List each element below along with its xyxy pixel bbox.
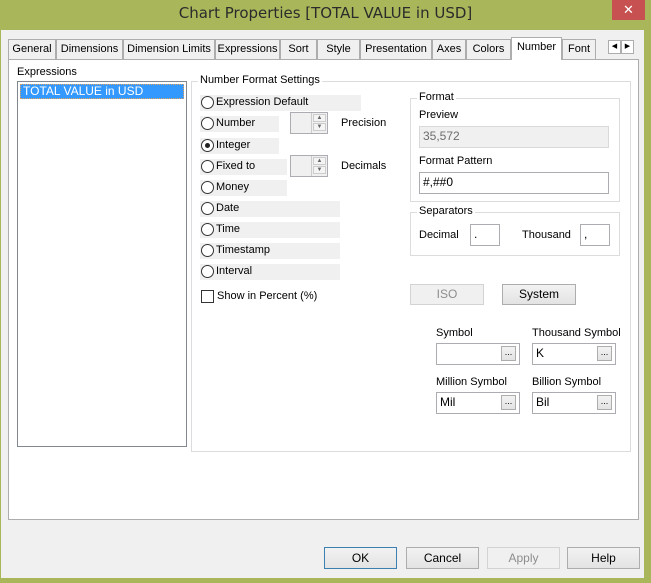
format-group: Format Preview 35,572 Format Pattern #,#… — [410, 91, 620, 202]
thousand-separator-input[interactable]: , — [580, 224, 610, 246]
radio-button-checked[interactable] — [201, 139, 214, 152]
tab-presentation[interactable]: Presentation — [360, 39, 432, 59]
format-pattern-input[interactable]: #,##0 — [419, 172, 609, 194]
radio-number[interactable]: Number — [200, 116, 279, 132]
format-group-title: Format — [417, 91, 456, 103]
show-in-percent-label: Show in Percent (%) — [217, 290, 318, 302]
decimals-spinner[interactable]: ▲ ▼ — [290, 155, 328, 177]
radio-label: Money — [216, 181, 250, 193]
thousand-label: Thousand — [522, 229, 571, 241]
number-format-settings-title: Number Format Settings — [198, 74, 322, 86]
ok-button[interactable]: OK — [324, 547, 397, 569]
tab-font[interactable]: Font — [562, 39, 596, 59]
thousand-symbol-value: K — [536, 346, 545, 360]
spin-down-icon[interactable]: ▼ — [313, 123, 326, 131]
preview-field: 35,572 — [419, 126, 609, 148]
radio-label: Date — [216, 202, 240, 214]
million-symbol-value: Mil — [440, 395, 456, 409]
separators-group: Separators Decimal . Thousand , — [410, 205, 620, 256]
billion-symbol-input[interactable]: Bil ... — [532, 392, 616, 414]
tab-number[interactable]: Number — [511, 37, 562, 60]
tab-sort[interactable]: Sort — [280, 39, 317, 59]
decimals-label: Decimals — [341, 160, 387, 172]
iso-button[interactable]: ISO — [410, 284, 484, 305]
thousand-symbol-input[interactable]: K ... — [532, 343, 616, 365]
symbol-browse-button[interactable]: ... — [501, 346, 516, 361]
radio-expression-default[interactable]: Expression Default — [200, 95, 361, 111]
tab-style[interactable]: Style — [317, 39, 360, 59]
radio-timestamp[interactable]: Timestamp — [200, 243, 340, 259]
radio-button[interactable] — [201, 160, 214, 173]
symbol-label: Symbol — [436, 327, 473, 339]
million-symbol-label: Million Symbol — [436, 376, 507, 388]
title-bar: Chart Properties [TOTAL VALUE in USD] ✕ — [0, 0, 651, 30]
number-format-settings-group: Number Format Settings Expression Defaul… — [191, 74, 631, 452]
close-icon: ✕ — [623, 2, 634, 17]
decimal-separator-input[interactable]: . — [470, 224, 500, 246]
thousand-symbol-browse-button[interactable]: ... — [597, 346, 612, 361]
spin-down-icon[interactable]: ▼ — [313, 166, 326, 174]
radio-label: Fixed to — [216, 160, 256, 172]
radio-label: Timestamp — [216, 244, 270, 256]
million-symbol-browse-button[interactable]: ... — [501, 395, 516, 410]
radio-interval[interactable]: Interval — [200, 264, 340, 280]
tab-scroll-left-icon[interactable]: ◀ — [608, 40, 621, 54]
radio-time[interactable]: Time — [200, 222, 340, 238]
format-pattern-label: Format Pattern — [419, 155, 493, 167]
billion-symbol-browse-button[interactable]: ... — [597, 395, 612, 410]
tab-colors[interactable]: Colors — [466, 39, 511, 59]
expressions-listbox[interactable]: TOTAL VALUE in USD — [17, 81, 187, 447]
radio-label: Integer — [216, 139, 251, 151]
cancel-button[interactable]: Cancel — [406, 547, 479, 569]
radio-money[interactable]: Money — [200, 180, 287, 196]
close-button[interactable]: ✕ — [612, 0, 645, 20]
radio-label: Time — [216, 223, 241, 235]
radio-button[interactable] — [201, 202, 214, 215]
preview-label: Preview — [419, 109, 459, 121]
decimal-label: Decimal — [419, 229, 459, 241]
radio-label: Expression Default — [216, 96, 309, 108]
expression-list-item[interactable]: TOTAL VALUE in USD — [20, 84, 184, 99]
radio-date[interactable]: Date — [200, 201, 340, 217]
apply-button[interactable]: Apply — [487, 547, 560, 569]
number-tab-panel: Expressions TOTAL VALUE in USD Number Fo… — [8, 59, 639, 520]
radio-button[interactable] — [201, 244, 214, 257]
precision-label: Precision — [341, 117, 387, 129]
radio-button[interactable] — [201, 117, 214, 130]
dialog-client: General Dimensions Dimension Limits Expr… — [1, 30, 644, 578]
symbol-input[interactable]: ... — [436, 343, 520, 365]
tab-expressions[interactable]: Expressions — [215, 39, 280, 59]
window-title: Chart Properties [TOTAL VALUE in USD] — [178, 4, 473, 22]
tab-scroll-right-icon[interactable]: ▶ — [621, 40, 634, 54]
tab-dimensions[interactable]: Dimensions — [56, 39, 123, 59]
radio-button[interactable] — [201, 96, 214, 109]
spin-up-icon[interactable]: ▲ — [313, 157, 326, 165]
radio-button[interactable] — [201, 181, 214, 194]
billion-symbol-value: Bil — [536, 395, 550, 409]
radio-label: Number — [216, 117, 256, 129]
system-button[interactable]: System — [502, 284, 576, 305]
radio-button[interactable] — [201, 223, 214, 236]
billion-symbol-label: Billion Symbol — [532, 376, 602, 388]
radio-button[interactable] — [201, 265, 214, 278]
tab-general[interactable]: General — [8, 39, 56, 59]
expressions-label: Expressions — [17, 66, 77, 78]
radio-label: Interval — [216, 265, 253, 277]
thousand-symbol-label: Thousand Symbol — [532, 327, 621, 339]
show-in-percent-checkbox[interactable] — [201, 290, 214, 303]
separators-group-title: Separators — [417, 205, 475, 217]
help-button[interactable]: Help — [567, 547, 640, 569]
tab-dimension-limits[interactable]: Dimension Limits — [123, 39, 215, 59]
tab-axes[interactable]: Axes — [432, 39, 466, 59]
spin-up-icon[interactable]: ▲ — [313, 114, 326, 122]
precision-spinner[interactable]: ▲ ▼ — [290, 112, 328, 134]
radio-integer[interactable]: Integer — [200, 138, 279, 154]
radio-fixed-to[interactable]: Fixed to — [200, 159, 287, 175]
million-symbol-input[interactable]: Mil ... — [436, 392, 520, 414]
